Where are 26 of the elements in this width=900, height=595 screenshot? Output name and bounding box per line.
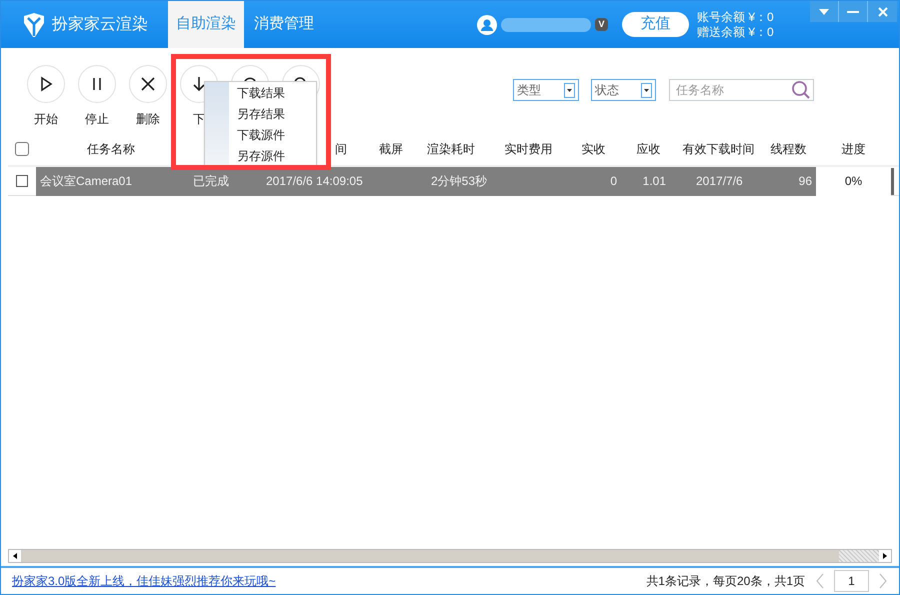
toolbar-label: 停止 [85,111,109,128]
table-cell: 0 [566,166,621,196]
column-header: 有效下载时间 [682,141,754,158]
column-header: 间 [335,141,347,158]
column-header: 实收 [582,141,606,158]
toolbar-label: 开始 [34,111,58,128]
table-cell: 2017/7/6 [676,166,761,196]
toolbar-label: 下 [193,111,205,128]
pagination-summary: 共1条记录，每页20条，共1页 [646,573,805,590]
account-balance: 账号余额 ¥：0 [697,10,774,24]
table-cell: 会议室Camera01 [36,166,186,196]
column-header: 线程数 [770,141,806,158]
column-header: 应收 [636,141,660,158]
column-header: 渲染耗时 [427,141,475,158]
column-header: 进度 [842,141,866,158]
gift-balance: 赠送余额 ¥：0 [697,24,774,40]
column-header: 任务名称 [87,141,135,158]
table-cell: 96 [761,166,816,196]
column-header: 截屏 [379,141,403,158]
column-header: 实时费用 [504,141,552,158]
app-title: 扮家家云渲染 [52,14,148,34]
vip-badge: V [595,18,608,31]
table-cell: 2分钟53秒 [411,166,491,196]
table-cell: 2017/6/6 14:09:05 [246,166,371,196]
table-cell: 1.01 [621,166,676,196]
toolbar-label: 删除 [136,111,160,128]
